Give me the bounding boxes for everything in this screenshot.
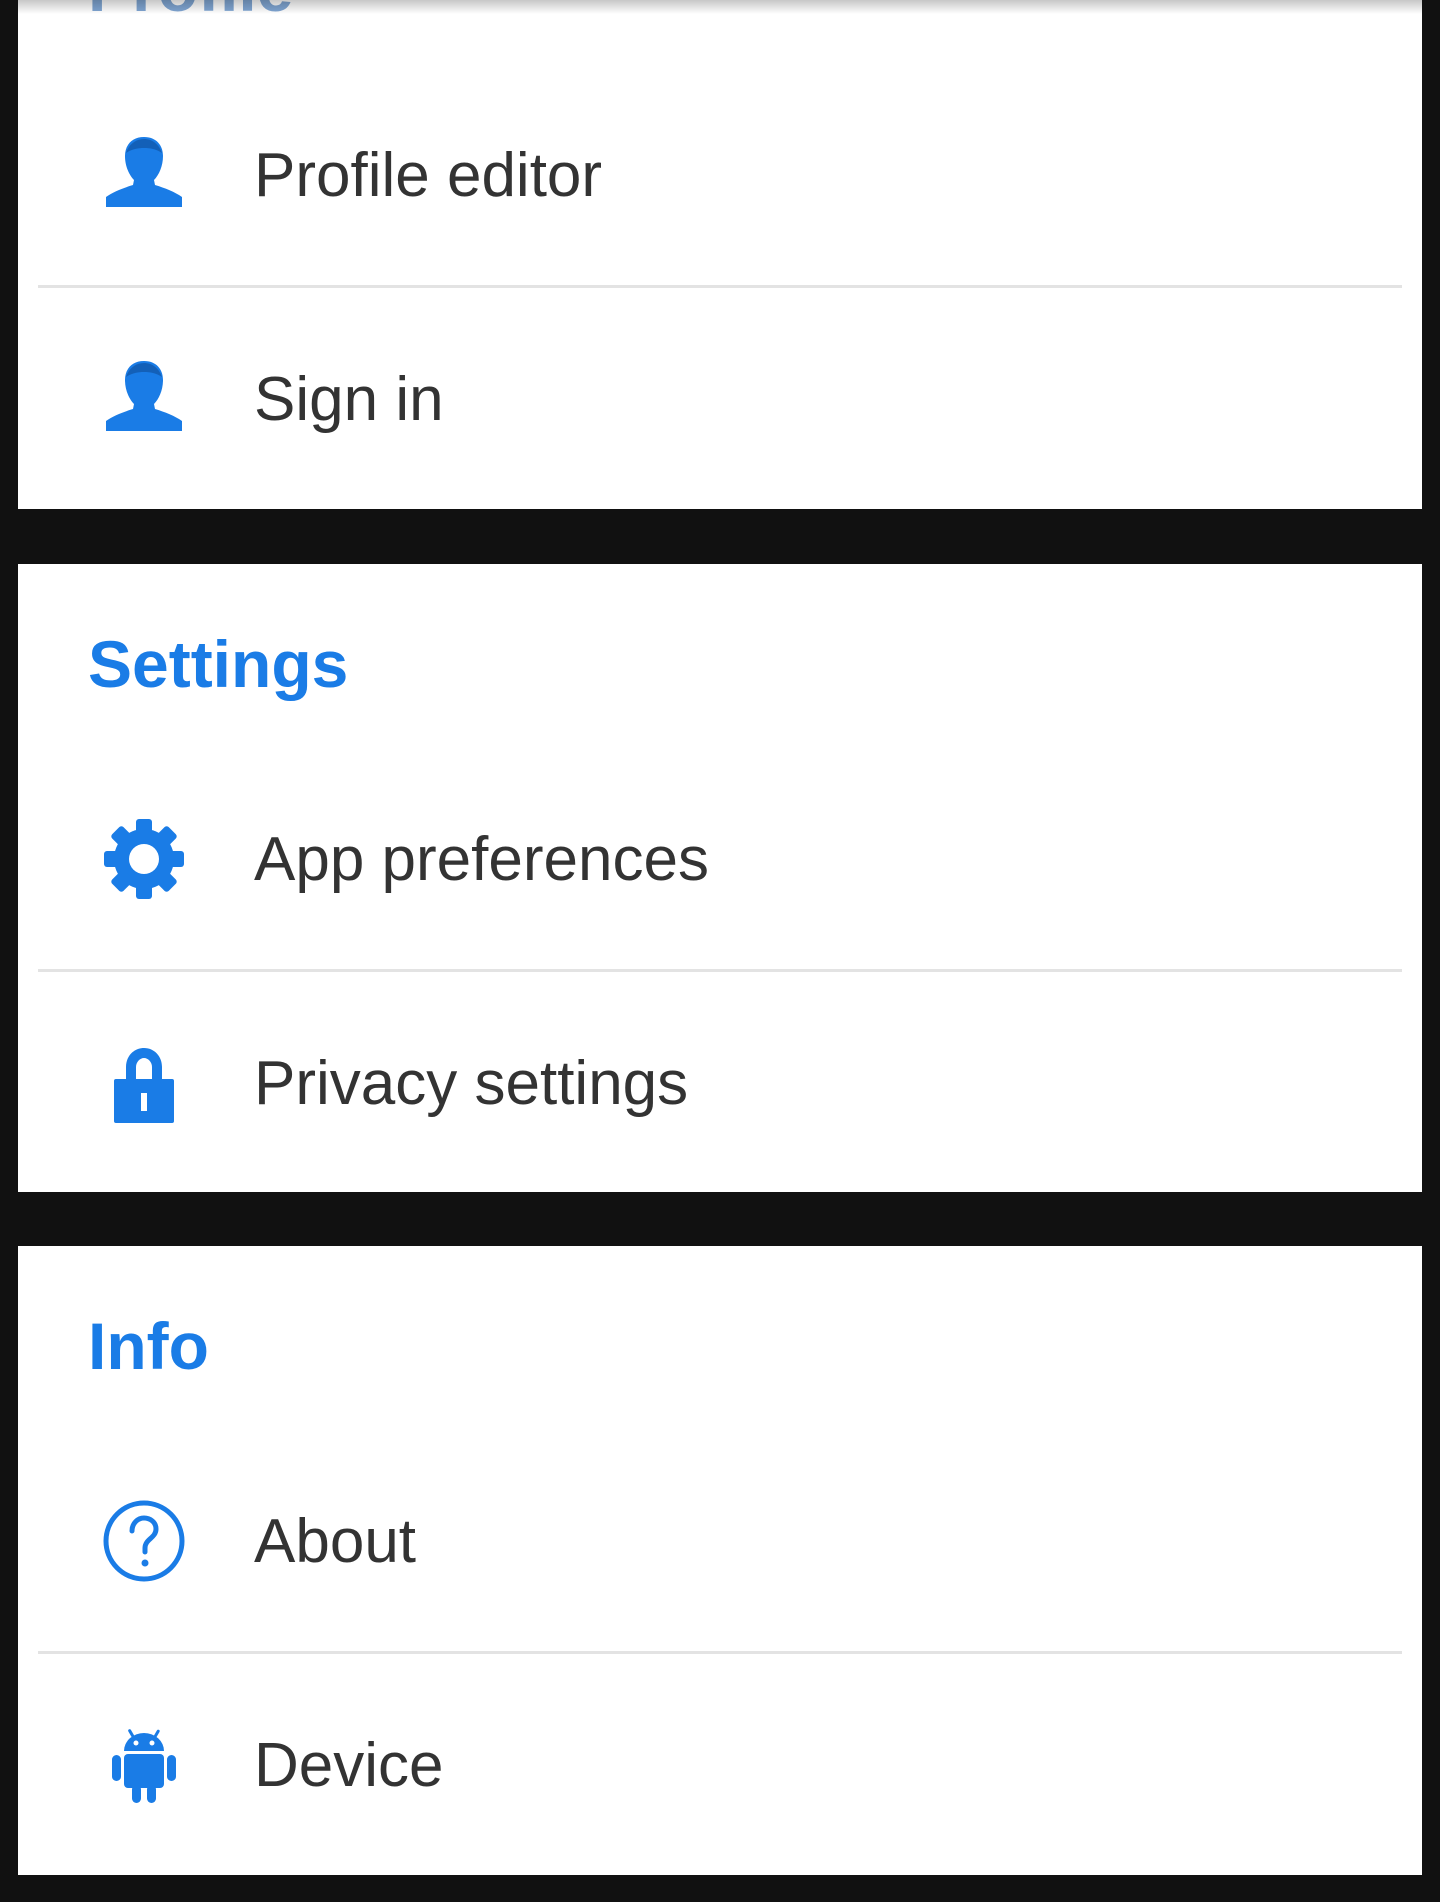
menu-item-profile-editor[interactable]: Profile editor: [18, 64, 1422, 286]
menu-item-app-preferences[interactable]: App preferences: [18, 748, 1422, 970]
section-title-profile: Profile: [88, 0, 293, 38]
lock-icon: [100, 1039, 188, 1127]
profile-section-card: Profile Profile editor Sign in: [18, 0, 1422, 509]
android-icon: [100, 1721, 188, 1809]
menu-item-privacy-settings[interactable]: Privacy settings: [18, 972, 1422, 1194]
menu-item-label: Profile editor: [254, 140, 603, 210]
menu-item-label: Device: [254, 1730, 444, 1800]
menu-item-label: Privacy settings: [254, 1048, 689, 1118]
person-icon: [100, 355, 188, 443]
info-section-card: Info About Device: [18, 1246, 1422, 1875]
person-icon: [100, 131, 188, 219]
settings-screen: Profile Profile editor Sign in Setting: [0, 0, 1440, 1902]
section-title-settings: Settings: [88, 627, 349, 701]
menu-item-device[interactable]: Device: [18, 1654, 1422, 1876]
menu-item-label: App preferences: [254, 824, 709, 894]
gear-icon: [100, 815, 188, 903]
menu-item-label: Sign in: [254, 364, 444, 434]
settings-section-card: Settings App preferences Privacy setting…: [18, 564, 1422, 1192]
menu-item-about[interactable]: About: [18, 1430, 1422, 1652]
menu-item-sign-in[interactable]: Sign in: [18, 288, 1422, 510]
help-circle-icon: [100, 1497, 188, 1585]
menu-item-label: About: [254, 1506, 417, 1576]
section-title-info: Info: [88, 1309, 209, 1383]
